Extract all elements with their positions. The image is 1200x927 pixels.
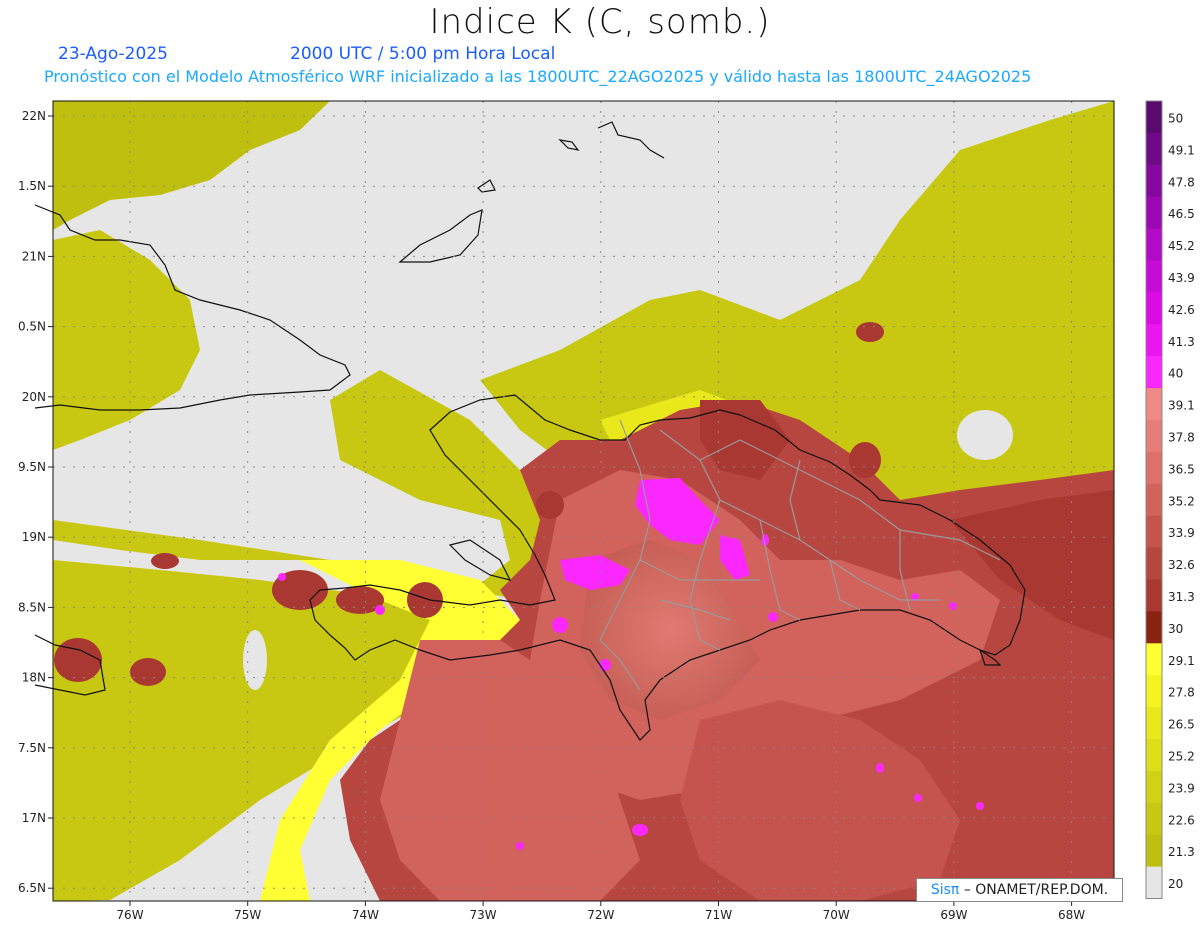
colorbar-swatch xyxy=(1146,451,1162,485)
colorbar-label: 32.6 xyxy=(1168,558,1195,572)
credit-box: Sisπ – ONAMET/REP.DOM. xyxy=(916,878,1123,902)
lat-label: 7.5N xyxy=(18,741,46,755)
colorbar-swatch xyxy=(1146,547,1162,580)
lon-label: 76W xyxy=(116,908,143,922)
longitude-labels: 76W 75W 74W 73W 72W 71W 70W 69W 68W xyxy=(116,901,1085,922)
colorbar-swatch xyxy=(1146,866,1162,899)
lon-label: 70W xyxy=(823,908,850,922)
lon-label: 72W xyxy=(587,908,614,922)
colorbar-label: 41.3 xyxy=(1168,335,1195,349)
colorbar-swatch xyxy=(1146,420,1162,453)
colorbar-swatch xyxy=(1146,292,1162,325)
colorbar-label: 36.5 xyxy=(1168,462,1195,476)
lat-label: 9.5N xyxy=(18,460,46,474)
lon-label: 73W xyxy=(470,908,497,922)
colorbar-swatch xyxy=(1146,388,1162,421)
colorbar-label: 21.3 xyxy=(1168,845,1195,859)
lat-label: 21N xyxy=(22,249,46,263)
lat-label: 0.5N xyxy=(18,320,46,334)
colorbar-swatch xyxy=(1146,260,1162,293)
lon-label: 71W xyxy=(705,908,732,922)
lat-label: 20N xyxy=(22,390,46,404)
latitude-labels: 22N 1.5N 21N 0.5N 20N 9.5N 19N 8.5N 18N 7.5N 17N 6.… xyxy=(18,109,53,895)
k-index-map: 22N 1.5N 21N 0.5N 20N 9.5N 19N 8.5N 18N 7.5N 17N 6.… xyxy=(18,100,1195,922)
colorbar-swatch xyxy=(1146,101,1162,134)
lat-label: 19N xyxy=(22,530,46,544)
colorbar-swatch xyxy=(1146,324,1162,357)
colorbar-swatch xyxy=(1146,132,1162,166)
colorbar-label: 45.2 xyxy=(1168,239,1195,253)
colorbar-label: 42.6 xyxy=(1168,303,1195,317)
colorbar-label: 30 xyxy=(1168,622,1183,636)
colorbar-label: 37.8 xyxy=(1168,431,1195,445)
lat-label: 6.5N xyxy=(18,881,46,895)
colorbar-swatch xyxy=(1146,802,1162,836)
colorbar-swatch xyxy=(1146,834,1162,868)
lon-label: 68W xyxy=(1058,908,1085,922)
lon-label: 74W xyxy=(352,908,379,922)
colorbar-label: 26.5 xyxy=(1168,718,1195,732)
colorbar-label: 40 xyxy=(1168,367,1183,381)
lon-label: 75W xyxy=(234,908,261,922)
lat-label: 8.5N xyxy=(18,600,46,614)
lat-label: 1.5N xyxy=(18,179,46,193)
colorbar-swatch xyxy=(1146,483,1162,517)
colorbar-label: 23.9 xyxy=(1168,781,1195,795)
colorbar-swatch xyxy=(1146,579,1162,612)
colorbar-label: 27.8 xyxy=(1168,686,1195,700)
colorbar-label: 20 xyxy=(1168,877,1183,891)
colorbar-label: 43.9 xyxy=(1168,271,1195,285)
colorbar-swatch xyxy=(1146,164,1162,198)
lat-label: 22N xyxy=(22,109,46,123)
sispi-logo: Sisπ xyxy=(930,882,960,898)
colorbar-label: 49.1 xyxy=(1168,143,1195,157)
lat-label: 18N xyxy=(22,671,46,685)
colorbar-label: 33.9 xyxy=(1168,526,1195,540)
colorbar-swatch xyxy=(1146,643,1162,676)
credit-text: – ONAMET/REP.DOM. xyxy=(963,882,1109,898)
colorbar-swatch xyxy=(1146,611,1162,644)
colorbar: 50 49.1 47.8 46.5 45.2 43.9 42.6 41.3 40 39.1 37.8… xyxy=(1145,100,1195,899)
colorbar-swatch xyxy=(1146,707,1162,740)
colorbar-swatch xyxy=(1146,675,1162,708)
colorbar-label: 29.1 xyxy=(1168,654,1195,668)
colorbar-label: 50 xyxy=(1168,112,1183,126)
colorbar-swatch xyxy=(1146,515,1162,549)
lon-label: 69W xyxy=(940,908,967,922)
colorbar-label: 46.5 xyxy=(1168,207,1195,221)
colorbar-swatch xyxy=(1146,356,1162,389)
colorbar-label: 25.2 xyxy=(1168,750,1195,764)
colorbar-swatch xyxy=(1146,196,1162,230)
colorbar-label: 47.8 xyxy=(1168,175,1195,189)
colorbar-label: 35.2 xyxy=(1168,494,1195,508)
colorbar-label: 22.6 xyxy=(1168,813,1195,827)
lat-label: 17N xyxy=(22,811,46,825)
colorbar-swatch xyxy=(1146,770,1162,804)
colorbar-label: 39.1 xyxy=(1168,399,1195,413)
colorbar-label: 31.3 xyxy=(1168,590,1195,604)
colorbar-swatch xyxy=(1146,228,1162,261)
colorbar-swatch xyxy=(1146,739,1162,772)
